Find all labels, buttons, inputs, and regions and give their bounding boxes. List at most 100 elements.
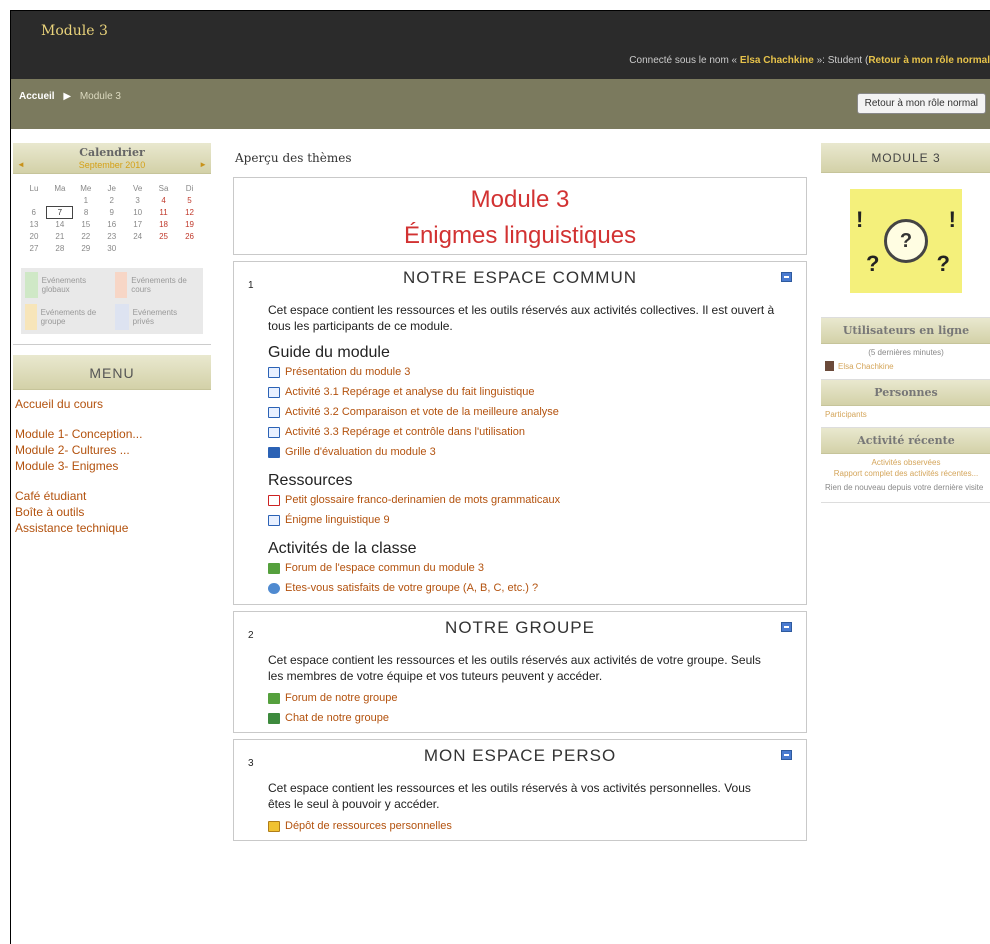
activity-label: Etes-vous satisfaits de votre groupe (A,… [285, 582, 539, 594]
weekday-label: Lu [29, 183, 39, 193]
people-title: Personnes [821, 380, 990, 406]
calendar-day[interactable]: 14 [47, 218, 73, 230]
calendar-day[interactable]: 29 [73, 242, 99, 254]
calendar-day[interactable]: 25 [151, 230, 177, 242]
menu-item[interactable]: Module 3- Enigmes [15, 458, 209, 474]
weekday-label: Je [107, 183, 116, 193]
return-role-button[interactable]: Retour à mon rôle normal [856, 93, 986, 114]
breadcrumb-arrow-icon: ▶ [63, 91, 72, 102]
calendar-day[interactable]: 1 [73, 194, 99, 206]
breadcrumb-home[interactable]: Accueil [19, 91, 55, 102]
calendar-day[interactable]: 3 [125, 194, 151, 206]
calendar-day [125, 242, 151, 254]
legend-swatch [115, 272, 128, 298]
activity-label: Chat de notre groupe [285, 712, 389, 724]
weekday-label: Ve [132, 183, 143, 193]
participants-link[interactable]: Participants [825, 410, 987, 419]
online-user-name[interactable]: Elsa Chachkine [838, 362, 894, 371]
activity-link[interactable]: Activité 3.2 Comparaison et vote de la m… [268, 402, 776, 422]
activity-label: Activité 3.2 Comparaison et vote de la m… [285, 406, 559, 418]
calendar-day[interactable]: 7 [46, 205, 74, 219]
topic-title-line1: Module 3 [470, 186, 570, 213]
calendar-day[interactable]: 27 [21, 242, 47, 254]
weekday-label: Di [185, 183, 194, 193]
calendar-day[interactable]: 23 [99, 230, 125, 242]
section-description: Cet espace contient les ressources et le… [268, 303, 775, 333]
collapse-toggle-icon[interactable] [781, 750, 792, 760]
calendar-day[interactable]: 19 [177, 218, 203, 230]
user-avatar [825, 361, 834, 371]
section-number: 1 [248, 280, 254, 291]
module-block-title: MODULE 3 [821, 143, 990, 173]
site-name[interactable]: Module 3 [41, 23, 108, 39]
menu-item[interactable]: Module 2- Cultures ... [15, 442, 209, 458]
activity-link[interactable]: Dépôt de ressources personnelles [268, 816, 776, 836]
activity-link[interactable]: Forum de l'espace commun du module 3 [268, 558, 776, 578]
calendar-day[interactable]: 16 [99, 218, 125, 230]
calendar-day[interactable]: 11 [151, 206, 177, 218]
legend-item[interactable]: Evénements privés [113, 302, 201, 332]
section-description: Cet espace contient les ressources et le… [268, 653, 761, 683]
page-icon [268, 406, 280, 418]
calendar-day[interactable]: 17 [125, 218, 151, 230]
calendar-day[interactable]: 15 [73, 218, 99, 230]
calendar-day[interactable]: 20 [21, 230, 47, 242]
calendar-day[interactable]: 10 [125, 206, 151, 218]
quiz-icon [268, 446, 280, 458]
weekday-label: Ma [54, 183, 66, 193]
breadcrumb-current: Module 3 [79, 91, 121, 102]
calendar-day[interactable]: 8 [73, 206, 99, 218]
calendar-day[interactable]: 21 [47, 230, 73, 242]
activity-label: Activité 3.1 Repérage et analyse du fait… [285, 386, 535, 398]
user-name-link[interactable]: Elsa Chachkine [740, 55, 814, 66]
online-users-sub: (5 dernières minutes) [868, 348, 944, 357]
activity-link[interactable]: Activité 3.1 Repérage et analyse du fait… [268, 382, 776, 402]
calendar-day[interactable]: 2 [99, 194, 125, 206]
choice-icon [268, 582, 280, 594]
activity-link[interactable]: Grille d'évaluation du module 3 [268, 442, 776, 462]
section-number: 3 [248, 758, 254, 769]
section-title: NOTRE GROUPE [445, 618, 595, 637]
calendar-day[interactable]: 24 [125, 230, 151, 242]
legend-item[interactable]: Evénements de groupe [23, 302, 111, 332]
calendar-day[interactable]: 12 [177, 206, 203, 218]
menu-item[interactable]: Accueil du cours [15, 396, 209, 412]
collapse-toggle-icon[interactable] [781, 272, 792, 282]
menu-item[interactable]: Module 1- Conception... [15, 426, 209, 442]
legend-item[interactable]: Evénements de cours [113, 270, 201, 300]
full-report-link[interactable]: Rapport complet des activités récentes..… [821, 469, 990, 478]
observed-activities-link[interactable]: Activités observées [821, 458, 990, 467]
calendar-month[interactable]: September 2010 [79, 160, 146, 170]
calendar-day[interactable]: 13 [21, 218, 47, 230]
menu-item[interactable]: Café étudiant [15, 488, 209, 504]
activity-link[interactable]: Petit glossaire franco-derinamien de mot… [268, 490, 776, 510]
calendar-day[interactable]: 26 [177, 230, 203, 242]
legend-label: Evénements de groupe [40, 308, 97, 326]
menu-item[interactable]: Assistance technique [15, 520, 209, 536]
return-role-link[interactable]: Retour à mon rôle normal [868, 55, 990, 66]
section-number: 2 [248, 630, 254, 641]
calendar-day[interactable]: 22 [73, 230, 99, 242]
activity-link[interactable]: Etes-vous satisfaits de votre groupe (A,… [268, 578, 776, 598]
calendar-next-icon[interactable]: ► [199, 160, 207, 170]
activity-link[interactable]: Forum de notre groupe [268, 688, 776, 708]
activity-link[interactable]: Présentation du module 3 [268, 362, 776, 382]
calendar-day[interactable]: 28 [47, 242, 73, 254]
calendar-title: Calendrier [79, 146, 145, 159]
calendar-day[interactable]: 18 [151, 218, 177, 230]
activity-link[interactable]: Énigme linguistique 9 [268, 510, 776, 530]
calendar-day[interactable]: 6 [21, 206, 47, 218]
collapse-toggle-icon[interactable] [781, 622, 792, 632]
activity-link[interactable]: Activité 3.3 Repérage et contrôle dans l… [268, 422, 776, 442]
calendar-day[interactable]: 30 [99, 242, 125, 254]
calendar-day[interactable]: 9 [99, 206, 125, 218]
menu-item[interactable]: Boîte à outils [15, 504, 209, 520]
legend-item[interactable]: Evénements globaux [23, 270, 111, 300]
enigma-logo: ! ! ? ? ? [850, 189, 962, 293]
topic-title-line2: Énigmes linguistiques [403, 222, 637, 249]
calendar-day[interactable]: 5 [177, 194, 203, 206]
calendar-day[interactable]: 4 [151, 194, 177, 206]
divider [13, 344, 211, 345]
activity-link[interactable]: Chat de notre groupe [268, 708, 776, 728]
calendar-prev-icon[interactable]: ◄ [17, 160, 25, 170]
